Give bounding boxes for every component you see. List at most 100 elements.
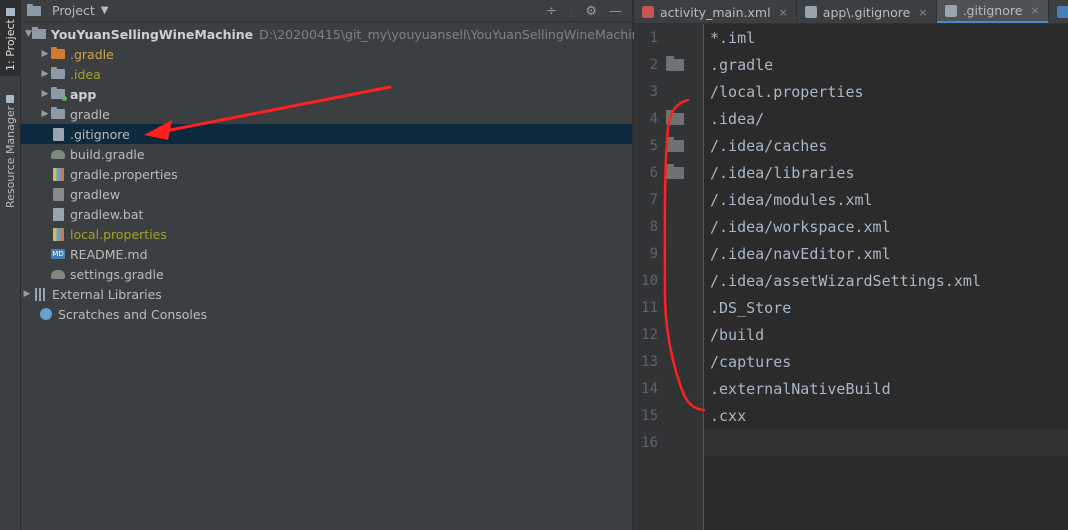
- tree-item-build-gradle[interactable]: build.gradle: [21, 144, 632, 164]
- file-type-icon: [642, 6, 654, 18]
- tree-item-label: app: [70, 86, 97, 102]
- line-number: 11: [641, 299, 658, 316]
- code-line-text: /captures: [710, 352, 792, 371]
- tree-item-settings-gradle[interactable]: settings.gradle: [21, 264, 632, 284]
- line-number: 4: [649, 110, 658, 127]
- line-number-gutter: 1 2 3 4 5 6 7 8 9 10 11 12 13 14 15 16: [634, 24, 704, 530]
- line-number: 7: [649, 191, 658, 208]
- chevron-right-icon[interactable]: ▶: [39, 104, 51, 124]
- gradle-file-icon: [51, 147, 65, 161]
- code-line-text: /.idea/navEditor.xml: [710, 244, 891, 263]
- code-line[interactable]: /.idea/caches: [704, 132, 1068, 159]
- chevron-right-icon[interactable]: ▶: [39, 44, 51, 64]
- line-number: 14: [641, 380, 658, 397]
- code-line[interactable]: [704, 429, 1068, 456]
- resource-manager-tab[interactable]: Resource Manager: [0, 90, 21, 210]
- chevron-down-icon[interactable]: ▼: [25, 24, 32, 44]
- hide-icon[interactable]: —: [609, 4, 622, 19]
- gutter-row: 14: [634, 375, 703, 402]
- project-panel-header: Project ▼ ÷ | ⚙ —: [21, 0, 632, 22]
- code-line-text: .cxx: [710, 406, 747, 425]
- project-tree: ▼ YouYuanSellingWineMachine D:\20200415\…: [21, 24, 647, 324]
- tree-item-readme[interactable]: MD README.md: [21, 244, 632, 264]
- code-line[interactable]: /captures: [704, 348, 1068, 375]
- code-editor[interactable]: *.iml .gradle/local.properties .idea/ /.ide…: [704, 24, 1068, 530]
- code-line[interactable]: .externalNativeBuild: [704, 375, 1068, 402]
- editor-tab[interactable]: REA: [1049, 0, 1068, 23]
- tree-item-scratches[interactable]: Scratches and Consoles: [21, 304, 632, 324]
- editor-tab[interactable]: app\.gitignore ×: [797, 0, 937, 23]
- code-line[interactable]: *.iml: [704, 24, 1068, 51]
- project-view-selector[interactable]: Project: [52, 3, 95, 18]
- tree-item-label: .gradle: [70, 46, 114, 62]
- tree-item-label: gradle.properties: [70, 166, 178, 182]
- folder-icon: [51, 107, 65, 121]
- code-line[interactable]: .gradle: [704, 51, 1068, 78]
- code-line[interactable]: /.idea/modules.xml: [704, 186, 1068, 213]
- collapse-all-icon[interactable]: ÷: [546, 4, 557, 19]
- code-line-text: .DS_Store: [710, 298, 792, 317]
- gutter-row: 11: [634, 294, 703, 321]
- gutter-row: 1: [634, 24, 703, 51]
- scratch-icon: [39, 307, 53, 321]
- tree-root-row[interactable]: ▼ YouYuanSellingWineMachine D:\20200415\…: [21, 24, 647, 44]
- code-line[interactable]: .cxx: [704, 402, 1068, 429]
- tree-item-gradlew-bat[interactable]: gradlew.bat: [21, 204, 632, 224]
- tree-item-gradle-properties[interactable]: gradle.properties: [21, 164, 632, 184]
- code-line-text: *.iml: [710, 28, 756, 47]
- gutter-row: 2: [634, 51, 703, 78]
- editor-area: activity_main.xml × app\.gitignore × .gitign…: [634, 0, 1068, 530]
- code-line[interactable]: .DS_Store: [704, 294, 1068, 321]
- tree-item-app[interactable]: ▶ app: [21, 84, 632, 104]
- tree-item-idea[interactable]: ▶ .idea: [21, 64, 632, 84]
- module-folder-icon: [31, 27, 46, 41]
- line-number: 9: [649, 245, 658, 262]
- close-icon[interactable]: ×: [918, 6, 927, 19]
- chevron-down-icon[interactable]: ▼: [101, 5, 109, 16]
- file-type-icon: [1056, 6, 1068, 18]
- gutter-row: 13: [634, 348, 703, 375]
- chevron-right-icon[interactable]: ▶: [39, 64, 51, 84]
- code-line[interactable]: .idea/: [704, 105, 1068, 132]
- code-line[interactable]: /local.properties: [704, 78, 1068, 105]
- gutter-row: 12: [634, 321, 703, 348]
- code-line[interactable]: /.idea/navEditor.xml: [704, 240, 1068, 267]
- code-line-text: .externalNativeBuild: [710, 379, 891, 398]
- folder-icon: [51, 47, 65, 61]
- tree-item-gitignore[interactable]: .gitignore: [21, 124, 632, 144]
- divider: |: [568, 3, 574, 19]
- code-line-text: .idea/: [710, 109, 765, 128]
- tree-item-label: gradlew: [70, 186, 121, 202]
- tree-item-label: External Libraries: [52, 286, 162, 302]
- code-line[interactable]: /.idea/workspace.xml: [704, 213, 1068, 240]
- line-number: 2: [649, 56, 658, 73]
- editor-tab[interactable]: .gitignore ×: [936, 0, 1049, 23]
- close-icon[interactable]: ×: [1030, 4, 1039, 17]
- folder-icon: [666, 163, 684, 179]
- line-number: 1: [649, 29, 658, 46]
- code-line-text: /.idea/assetWizardSettings.xml: [710, 271, 981, 290]
- chevron-right-icon[interactable]: ▶: [39, 84, 51, 104]
- code-line-text: /.idea/caches: [710, 136, 828, 155]
- project-panel-tools: ÷ | ⚙ —: [546, 0, 632, 22]
- gear-icon[interactable]: ⚙: [585, 4, 597, 19]
- project-tool-tab[interactable]: 1: Project: [0, 0, 21, 76]
- file-type-icon: [944, 4, 957, 17]
- gutter-row: 9: [634, 240, 703, 267]
- code-line[interactable]: /build: [704, 321, 1068, 348]
- library-icon: [33, 287, 47, 301]
- tree-item-external-libraries[interactable]: ▶ External Libraries: [21, 284, 632, 304]
- editor-tab[interactable]: activity_main.xml ×: [634, 0, 797, 23]
- code-line-text: /.idea/libraries: [710, 163, 855, 182]
- tree-item-local-properties[interactable]: local.properties: [21, 224, 632, 244]
- tree-item-gradle-dir[interactable]: ▶ .gradle: [21, 44, 632, 64]
- code-line-text: /local.properties: [710, 82, 864, 101]
- code-line[interactable]: /.idea/assetWizardSettings.xml: [704, 267, 1068, 294]
- gutter-row: 3: [634, 78, 703, 105]
- close-icon[interactable]: ×: [779, 6, 788, 19]
- tree-item-gradlew[interactable]: gradlew: [21, 184, 632, 204]
- chevron-right-icon[interactable]: ▶: [21, 284, 33, 304]
- tree-item-label: gradle: [70, 106, 110, 122]
- tree-item-gradle-folder[interactable]: ▶ gradle: [21, 104, 632, 124]
- code-line[interactable]: /.idea/libraries: [704, 159, 1068, 186]
